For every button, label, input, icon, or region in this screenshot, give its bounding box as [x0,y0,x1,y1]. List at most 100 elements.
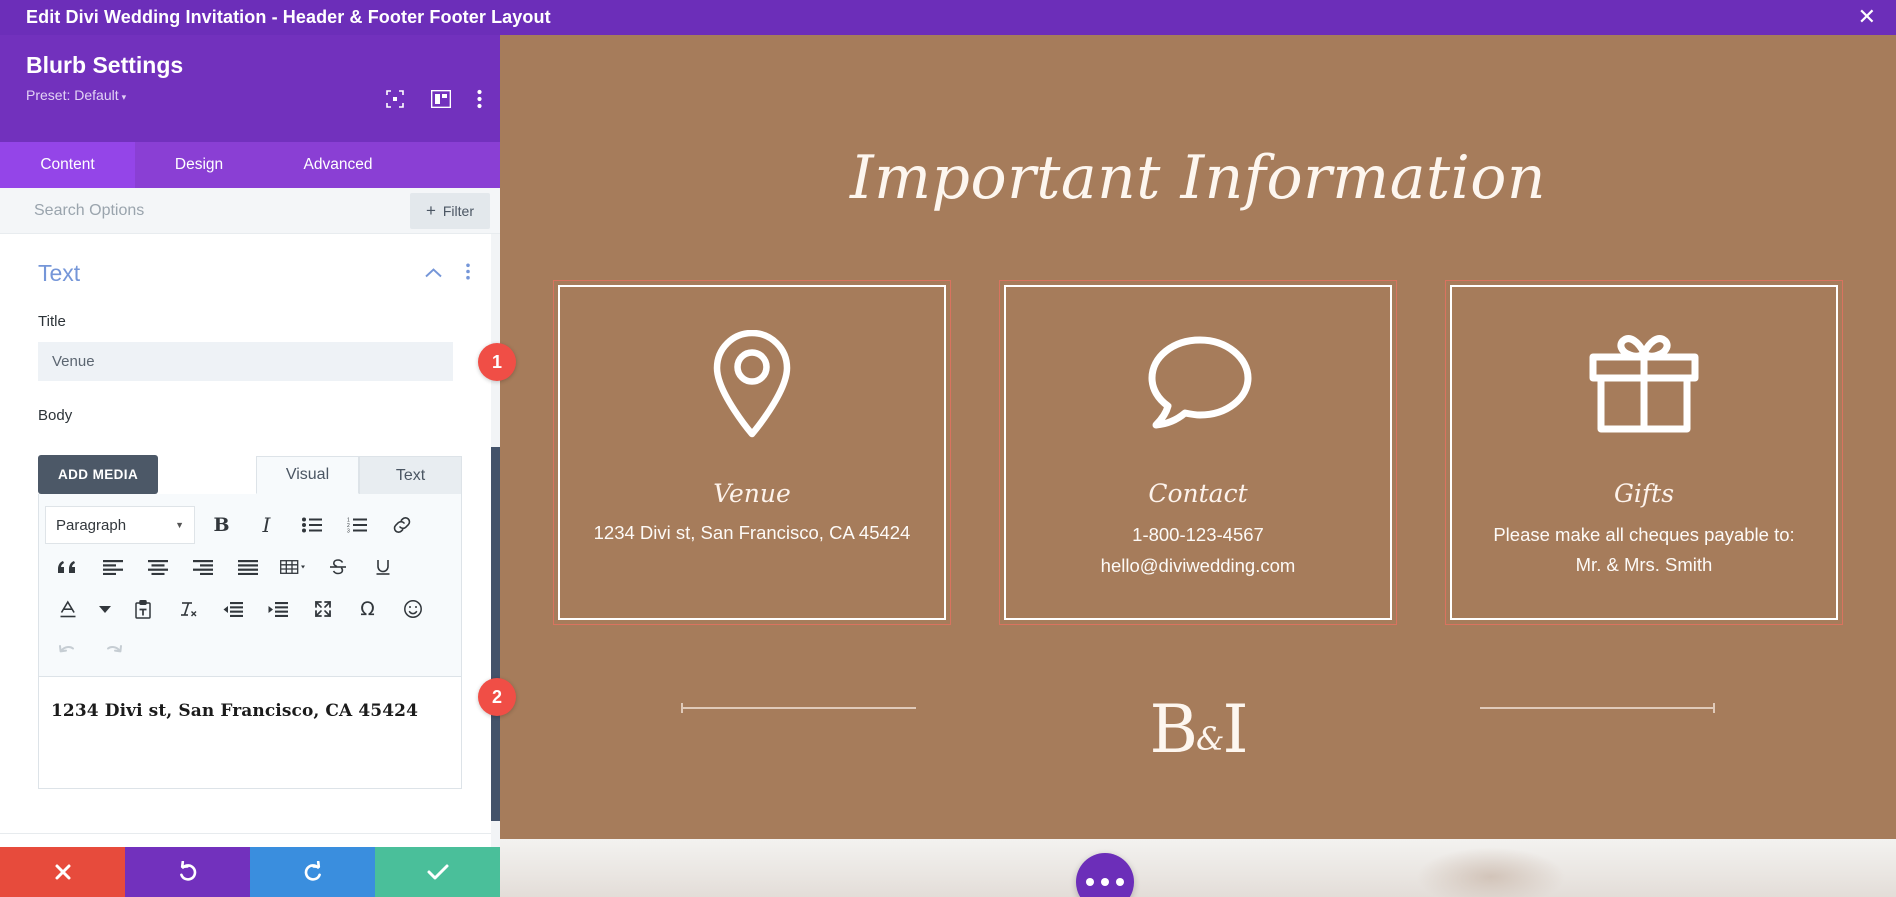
blurb-body: 1-800-123-4567 hello@diviwedding.com [1100,524,1296,576]
body-editor: ADD MEDIA Visual Text Paragraph ▼ B I 1 … [0,448,500,789]
blurb-cards-row: Venue 1234 Divi st, San Francisco, CA 45… [500,280,1896,625]
footer-photo-strip [500,839,1896,897]
chevron-up-icon[interactable] [425,265,442,283]
blurb-body: Please make all cheques payable to: Mr. … [1493,524,1795,575]
title-input[interactable] [38,342,453,381]
redo-button[interactable] [250,847,375,897]
blurb-settings-panel: Blurb Settings Preset: Default ▾ Content… [0,35,500,897]
step-badge-2: 2 [478,678,516,716]
monogram-second-initial: I [1222,691,1248,768]
monogram-first-initial: B [1149,691,1197,768]
panel-header-icons [385,89,482,114]
section-text-header[interactable]: Text [0,234,500,287]
align-left-icon[interactable] [90,546,135,588]
toolbar-row-3: Ω [45,588,455,630]
section-text-label: Text [38,260,81,286]
paragraph-format-select[interactable]: Paragraph ▼ [45,506,195,544]
tab-text[interactable]: Text [359,456,462,494]
outdent-icon[interactable] [210,588,255,630]
page-title: Blurb Settings [26,52,184,78]
editor-top-row: ADD MEDIA Visual Text [38,448,462,494]
text-color-dropdown-icon[interactable] [90,588,120,630]
special-character-icon[interactable]: Ω [345,588,390,630]
clear-formatting-icon[interactable] [165,588,210,630]
search-bar: + Filter [0,188,500,234]
blurb-card-contact[interactable]: Contact 1-800-123-4567 hello@diviwedding… [999,280,1397,625]
emoji-icon[interactable] [390,588,435,630]
table-icon[interactable] [270,546,315,588]
link-icon[interactable] [379,504,424,546]
blurb-card-venue[interactable]: Venue 1234 Divi st, San Francisco, CA 45… [553,280,951,625]
title-field-label: Title [38,313,66,330]
undo-icon[interactable] [45,630,90,672]
align-right-icon[interactable] [180,546,225,588]
blurb-title: Gifts [1613,479,1675,508]
blurb-body: 1234 Divi st, San Francisco, CA 45424 [593,522,911,543]
window-title-bar: Edit Divi Wedding Invitation - Header & … [0,0,1896,35]
window-title: Edit Divi Wedding Invitation - Header & … [26,7,551,27]
redo-icon[interactable] [90,630,135,672]
align-center-icon[interactable] [135,546,180,588]
bold-icon[interactable]: B [199,504,244,546]
italic-icon[interactable]: I [244,504,289,546]
editor-toolbar: Paragraph ▼ B I 1 2 3 Ω [38,494,462,677]
body-editor-content[interactable]: 1234 Divi st, San Francisco, CA 45424 [38,677,462,789]
tab-content[interactable]: Content [0,142,135,188]
bulleted-list-icon[interactable] [289,504,334,546]
indent-icon[interactable] [255,588,300,630]
dot [1101,878,1109,886]
paste-as-text-icon[interactable] [120,588,165,630]
preview-section-title: Important Information [849,143,1547,213]
blurb-card-gifts[interactable]: Gifts Please make all cheques payable to… [1445,280,1843,625]
align-justify-icon[interactable] [225,546,270,588]
text-color-icon[interactable] [45,588,90,630]
toolbar-row-1: Paragraph ▼ B I 1 2 3 [45,504,455,546]
panel-scrollbar-thumb[interactable] [491,447,500,821]
close-icon[interactable]: ✕ [1858,6,1876,29]
blurb-title: Venue [713,479,791,508]
blockquote-icon[interactable] [45,546,90,588]
section-options-kebab-icon[interactable] [466,263,470,285]
settings-body: Text Title Body ADD MEDIA [0,234,500,847]
dot [1086,878,1094,886]
add-media-button[interactable]: ADD MEDIA [38,455,159,494]
gift-icon [1585,325,1703,443]
step-badge-1: 1 [478,343,516,381]
filter-button[interactable]: + Filter [409,192,490,229]
panel-scrollbar-track[interactable] [491,234,500,847]
panel-action-bar [0,847,500,897]
tab-design[interactable]: Design [135,142,263,188]
plus-icon: + [425,201,436,220]
search-input[interactable] [0,201,410,220]
tab-visual[interactable]: Visual [256,456,359,494]
svg-text:3: 3 [347,529,350,534]
settings-tabs: Content Design Advanced [0,142,500,188]
fullscreen-icon[interactable] [300,588,345,630]
section-image-icon-header[interactable]: Image & Icon [0,834,500,847]
body-field-label: Body [38,407,73,424]
divi-builder-modal: Edit Divi Wedding Invitation - Header & … [0,0,1896,897]
undo-button[interactable] [125,847,250,897]
kebab-menu-icon[interactable] [477,89,482,114]
chevron-down-icon: ▾ [121,92,127,103]
dot [1116,878,1124,886]
underline-icon[interactable] [360,546,405,588]
strikethrough-icon[interactable] [315,546,360,588]
title-field-group: Title [0,313,500,381]
blurb-title: Contact [1148,479,1248,508]
paragraph-format-value: Paragraph [56,516,127,534]
focus-icon[interactable] [385,89,405,114]
monogram: B&I [500,697,1896,763]
layout-icon[interactable] [430,89,452,113]
chevron-down-icon: ▼ [175,520,184,530]
filter-label: Filter [442,202,474,219]
editor-mode-tabs: Visual Text [256,456,462,494]
numbered-list-icon[interactable]: 1 2 3 [334,504,379,546]
map-pin-icon [709,325,795,443]
save-button[interactable] [375,847,500,897]
cancel-button[interactable] [0,847,125,897]
body-editor-paragraph: 1234 Divi st, San Francisco, CA 45424 [51,701,419,721]
toolbar-row-4 [45,630,455,672]
tab-advanced[interactable]: Advanced [263,142,413,188]
monogram-ampersand: & [1195,720,1225,758]
